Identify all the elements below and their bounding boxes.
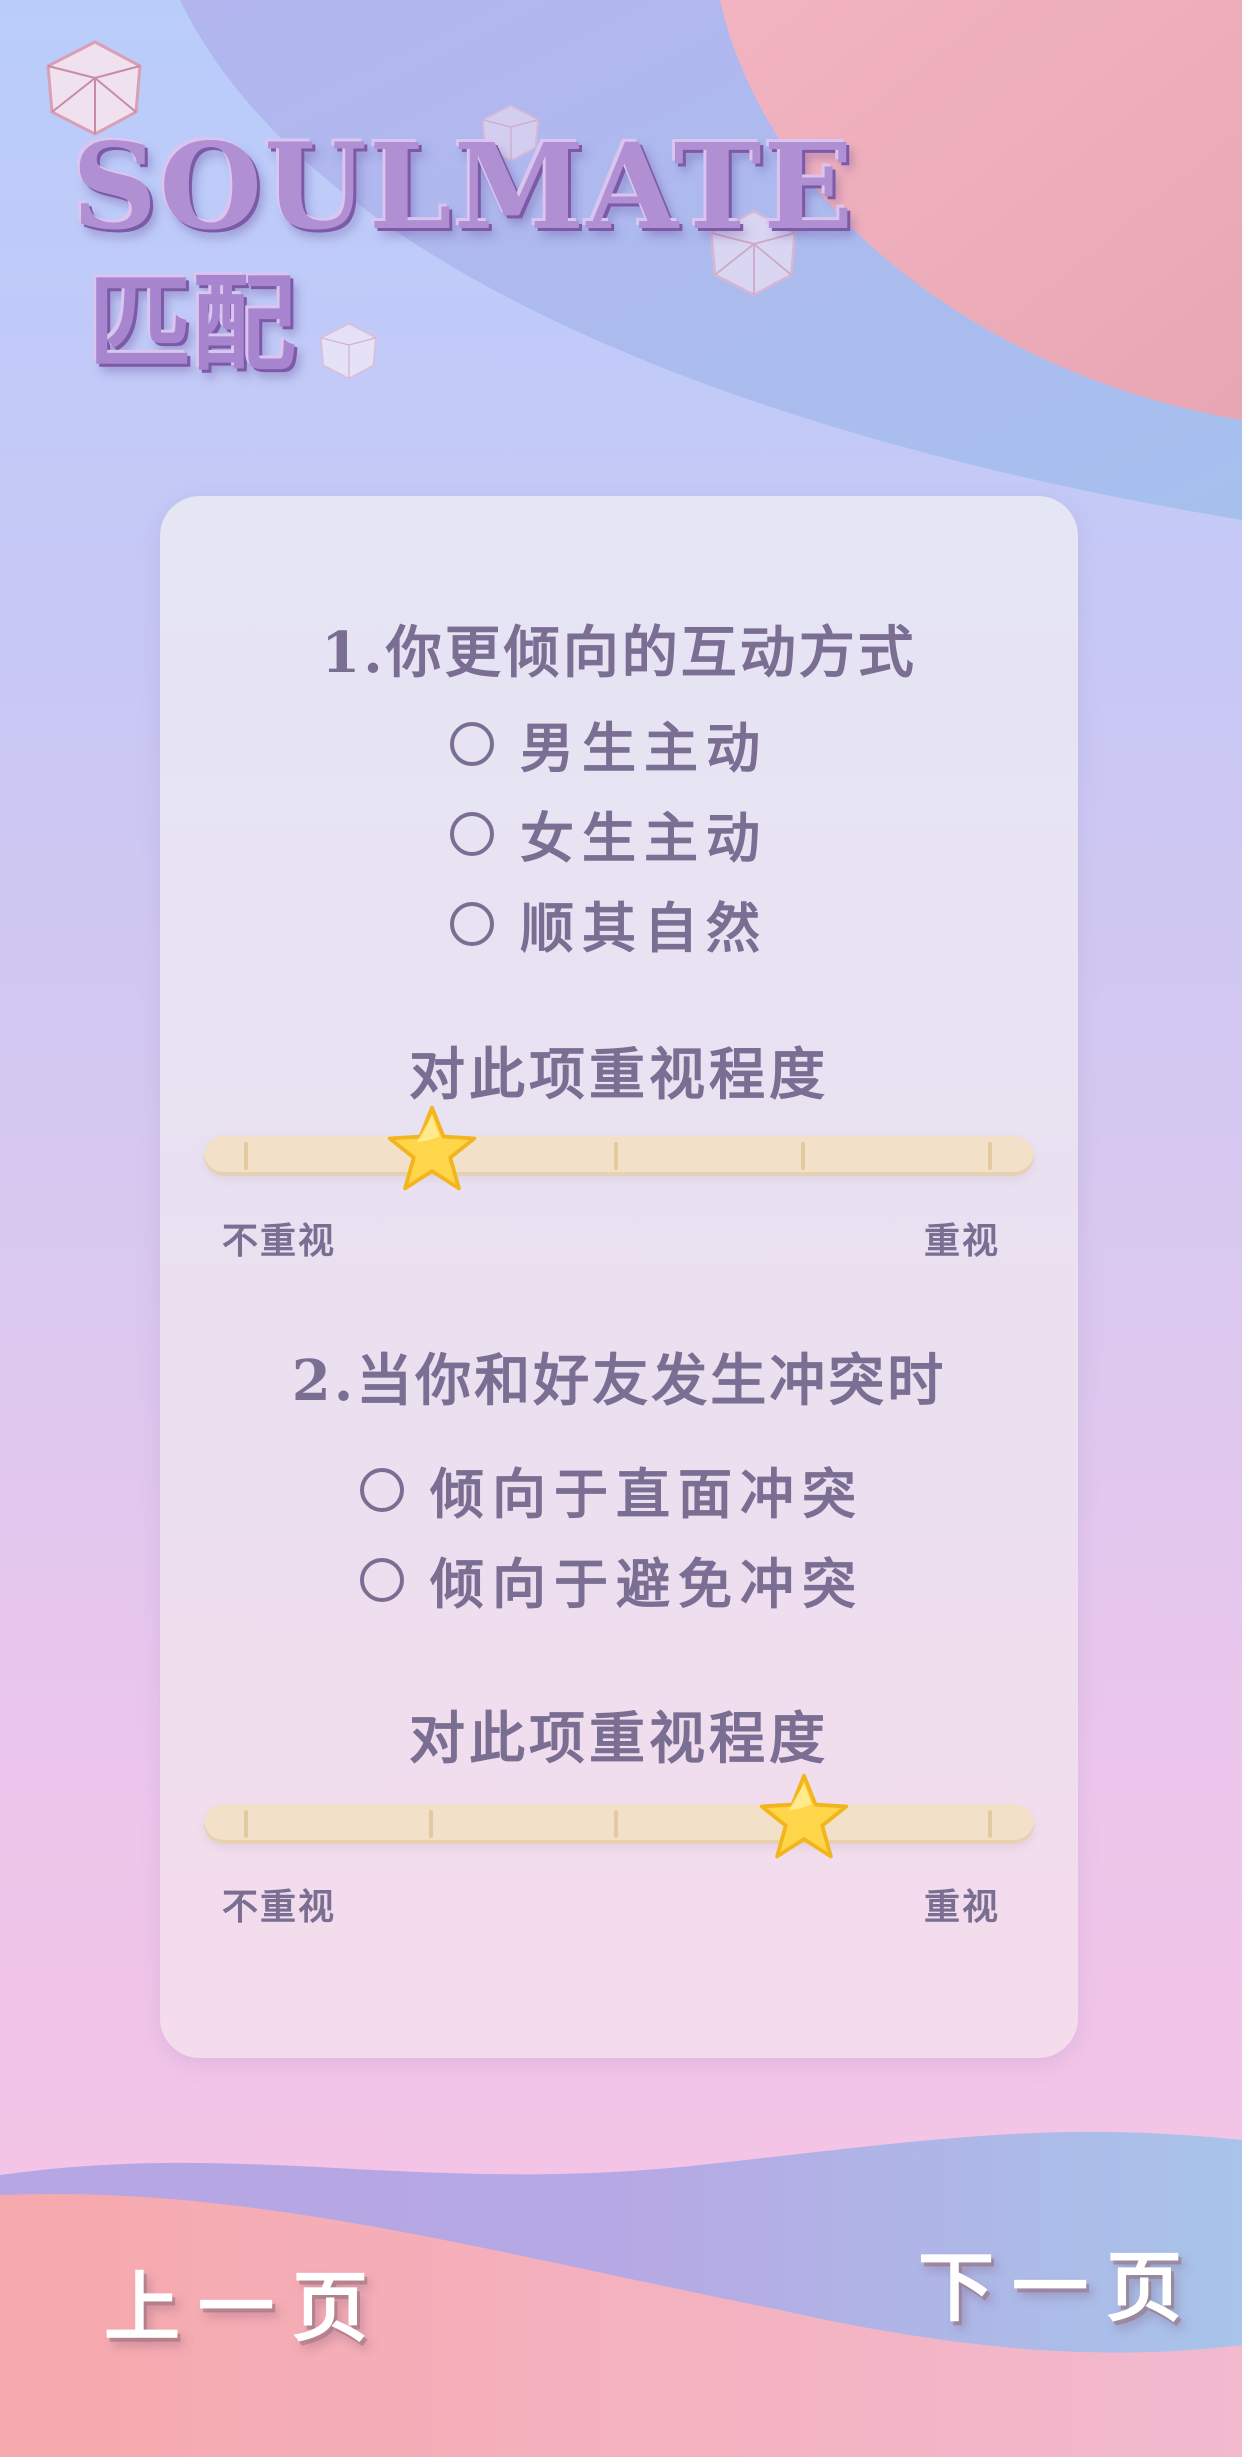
- prev-page-button[interactable]: 上一页: [104, 2246, 386, 2356]
- slider-tick: [429, 1810, 433, 1838]
- question-1-title: 1.你更倾向的互动方式: [321, 620, 917, 686]
- option-label: 顺其自然: [520, 896, 768, 960]
- question-1-option-3[interactable]: 顺其自然: [450, 884, 768, 963]
- slider-tick: [244, 1142, 248, 1170]
- star-slider-handle-icon[interactable]: [384, 1102, 480, 1198]
- next-page-button[interactable]: 下一页: [918, 2226, 1200, 2336]
- radio-button[interactable]: [450, 721, 494, 766]
- question-1-scale-min-label: 不重视: [222, 1220, 337, 1262]
- crystal-icon: [319, 322, 377, 380]
- slider-tick: [988, 1810, 992, 1838]
- slider-tick: [614, 1142, 618, 1170]
- question-2-title: 2.当你和好友发生冲突时: [291, 1348, 947, 1414]
- question-2-scale-min-label: 不重视: [222, 1886, 337, 1928]
- question-1-importance-slider[interactable]: [204, 1105, 1034, 1191]
- slider-tick: [244, 1810, 248, 1838]
- question-1-option-1[interactable]: 男生主动: [450, 704, 768, 783]
- question-1-scale-max-label: 重视: [924, 1220, 1001, 1262]
- slider-tick: [801, 1142, 805, 1170]
- radio-button[interactable]: [360, 1557, 404, 1602]
- option-label: 男生主动: [520, 716, 768, 780]
- radio-button[interactable]: [450, 901, 494, 946]
- slider-tick: [988, 1142, 992, 1170]
- slider-tick: [614, 1810, 618, 1838]
- option-label: 倾向于直面冲突: [430, 1462, 864, 1526]
- question-2-scale-max-label: 重视: [924, 1886, 1001, 1928]
- star-slider-handle-icon[interactable]: [756, 1770, 852, 1866]
- question-2-option-2[interactable]: 倾向于避免冲突: [360, 1540, 864, 1619]
- question-1-importance-title: 对此项重视程度: [409, 1042, 829, 1108]
- radio-button[interactable]: [360, 1467, 404, 1512]
- logo-subtitle: 匹配: [88, 262, 297, 385]
- question-1-option-2[interactable]: 女生主动: [450, 794, 768, 873]
- question-2-option-1[interactable]: 倾向于直面冲突: [360, 1450, 864, 1529]
- logo-title: SOULMATE: [72, 117, 856, 256]
- option-label: 女生主动: [520, 806, 768, 870]
- question-card: 1.你更倾向的互动方式 男生主动 女生主动 顺其自然 对此项重视程度 不重视 重…: [160, 496, 1078, 2058]
- radio-button[interactable]: [450, 811, 494, 856]
- question-2-importance-slider[interactable]: [204, 1773, 1034, 1859]
- question-2-importance-title: 对此项重视程度: [409, 1706, 829, 1772]
- option-label: 倾向于避免冲突: [430, 1552, 864, 1616]
